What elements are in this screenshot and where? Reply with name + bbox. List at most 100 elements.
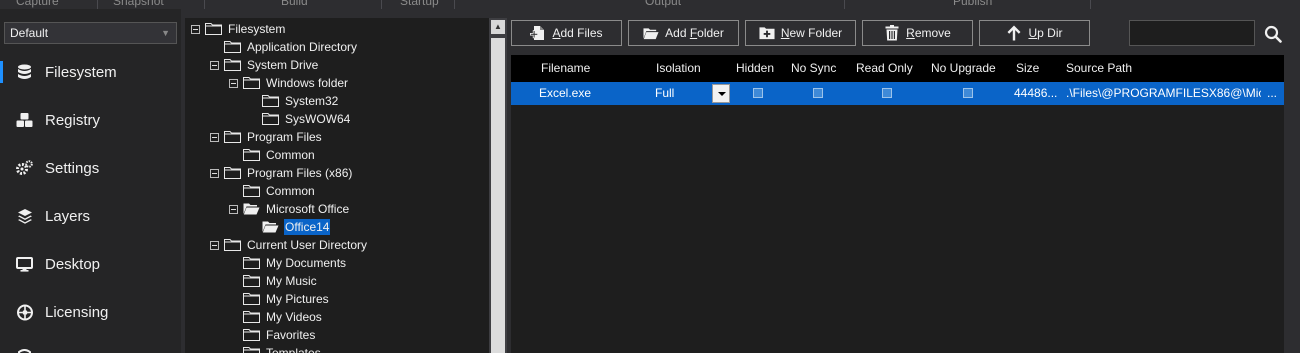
tree-item[interactable]: My Pictures	[243, 290, 330, 308]
nav-item-label: Filesystem	[45, 63, 117, 81]
filesystem-tree: Filesystem Application Directory System Dr…	[185, 18, 489, 353]
folder-icon	[205, 23, 222, 35]
nav-item-desktop[interactable]: Desktop	[0, 244, 181, 284]
ribbon-tab-snapshot[interactable]: Snapshot	[113, 0, 164, 8]
ribbon-tab-startup[interactable]: Startup	[400, 0, 439, 8]
tree-collapse-icon[interactable]	[229, 78, 238, 88]
up-dir-button[interactable]: Up Dir	[979, 20, 1090, 46]
tree-item[interactable]: Windows folder	[229, 74, 349, 92]
files-grid: Filename Isolation Hidden No Sync Read O…	[511, 55, 1284, 353]
tree-item[interactable]: Current User Directory	[210, 236, 368, 254]
remove-button[interactable]: Remove	[862, 20, 973, 46]
folder-icon	[243, 275, 260, 287]
nav-item-partial	[16, 345, 33, 353]
folder-plus-icon	[759, 25, 775, 41]
search-input[interactable]	[1129, 20, 1255, 46]
tree-item[interactable]: System Drive	[210, 56, 319, 74]
tree-item[interactable]: Office14	[262, 218, 331, 236]
hidden-checkbox[interactable]	[753, 88, 763, 98]
tree-item[interactable]: Program Files (x86)	[210, 164, 353, 182]
tree-item[interactable]: Program Files	[210, 128, 323, 146]
arrow-up-icon	[1006, 25, 1022, 41]
profile-select-value: Default	[10, 26, 49, 40]
trash-icon	[884, 25, 900, 41]
tree-item[interactable]: Microsoft Office	[229, 200, 350, 218]
column-header-isolation[interactable]: Isolation	[656, 55, 701, 82]
tree-item[interactable]: Application Directory	[224, 38, 358, 56]
column-header-filename[interactable]: Filename	[541, 55, 590, 82]
ribbon-tab-output[interactable]: Output	[645, 0, 681, 8]
tree-collapse-icon[interactable]	[210, 240, 219, 250]
column-header-read-only[interactable]: Read Only	[856, 55, 913, 82]
tree-collapse-icon[interactable]	[229, 204, 238, 214]
nav-item-label: Layers	[45, 207, 91, 225]
ribbon-tab-build[interactable]: Build	[281, 0, 308, 8]
folder-icon	[243, 293, 260, 305]
column-header-no-upgrade[interactable]: No Upgrade	[931, 55, 996, 82]
remove-label: Remove	[906, 26, 951, 40]
ribbon-separator	[454, 0, 455, 9]
source-path-browse-button[interactable]: ...	[1267, 82, 1277, 105]
nav-item-filesystem[interactable]: Filesystem	[0, 52, 181, 92]
tree-item[interactable]: My Music	[243, 272, 318, 290]
tree-item-label: Program Files (x86)	[247, 166, 353, 180]
up-dir-label: Up Dir	[1028, 26, 1063, 40]
ribbon-tab-publish[interactable]: Publish	[953, 0, 992, 8]
cell-isolation[interactable]: Full	[655, 82, 674, 105]
tree-item[interactable]: Templates	[243, 344, 322, 353]
table-row[interactable]: Excel.exe Full 44486... .\Files\@PROGRAM…	[511, 82, 1284, 105]
isolation-dropdown-button[interactable]	[712, 84, 730, 103]
scroll-up-arrow-icon[interactable]: ▲	[491, 20, 505, 34]
column-header-source-path[interactable]: Source Path	[1066, 55, 1132, 82]
ribbon-separator	[97, 0, 98, 9]
nav-item-label: Registry	[45, 111, 101, 129]
tree-item[interactable]: Common	[243, 182, 316, 200]
new-folder-button[interactable]: New Folder	[745, 20, 856, 46]
tree-item-label: My Documents	[266, 256, 347, 270]
tree-collapse-icon[interactable]	[210, 60, 219, 70]
add-files-label: Add Files	[552, 26, 603, 40]
scrollbar-thumb[interactable]	[491, 38, 505, 353]
nav-item-settings[interactable]: Settings	[0, 148, 181, 188]
profile-select[interactable]: Default ▼	[4, 22, 177, 44]
tree-item[interactable]: Filesystem	[191, 20, 286, 38]
shield-icon	[16, 304, 33, 321]
folder-open-icon	[643, 25, 659, 41]
nav-item-licensing[interactable]: Licensing	[0, 292, 181, 332]
tree-item[interactable]: System32	[262, 92, 339, 110]
folder-icon	[224, 41, 241, 53]
folder-icon	[243, 257, 260, 269]
ribbon-separator	[1090, 0, 1091, 9]
folder-icon	[262, 95, 279, 107]
column-header-no-sync[interactable]: No Sync	[791, 55, 836, 82]
tree-collapse-icon[interactable]	[210, 132, 219, 142]
ribbon-separator	[844, 0, 845, 9]
tree-collapse-icon[interactable]	[210, 168, 219, 178]
tree-item[interactable]: My Documents	[243, 254, 347, 272]
nav-item-registry[interactable]: Registry	[0, 100, 181, 140]
add-file-icon	[530, 25, 546, 41]
folder-open-icon	[243, 203, 260, 215]
layers-icon	[16, 208, 33, 225]
column-header-hidden[interactable]: Hidden	[736, 55, 774, 82]
column-header-size[interactable]: Size	[1016, 55, 1039, 82]
read-only-checkbox[interactable]	[882, 88, 892, 98]
tree-item[interactable]: Favorites	[243, 326, 316, 344]
nav-item-layers[interactable]: Layers	[0, 196, 181, 236]
search-icon[interactable]	[1264, 25, 1282, 43]
ribbon-tab-capture[interactable]: Capture	[16, 0, 59, 8]
tree-collapse-icon[interactable]	[191, 24, 200, 34]
monitor-icon	[16, 256, 33, 273]
no-upgrade-checkbox[interactable]	[963, 88, 973, 98]
add-folder-button[interactable]: Add Folder	[628, 20, 739, 46]
tree-item[interactable]: My Videos	[243, 308, 323, 326]
tree-scrollbar[interactable]: ▲	[489, 18, 507, 353]
ribbon-separator	[204, 0, 205, 9]
add-files-button[interactable]: Add Files	[511, 20, 622, 46]
cell-source-path: .\Files\@PROGRAMFILESX86@\Mic...	[1066, 86, 1261, 100]
nav-item-label: Settings	[45, 159, 100, 177]
tree-item[interactable]: SysWOW64	[262, 110, 351, 128]
no-sync-checkbox[interactable]	[813, 88, 823, 98]
nav-item-label: Licensing	[45, 303, 109, 321]
tree-item[interactable]: Common	[243, 146, 316, 164]
